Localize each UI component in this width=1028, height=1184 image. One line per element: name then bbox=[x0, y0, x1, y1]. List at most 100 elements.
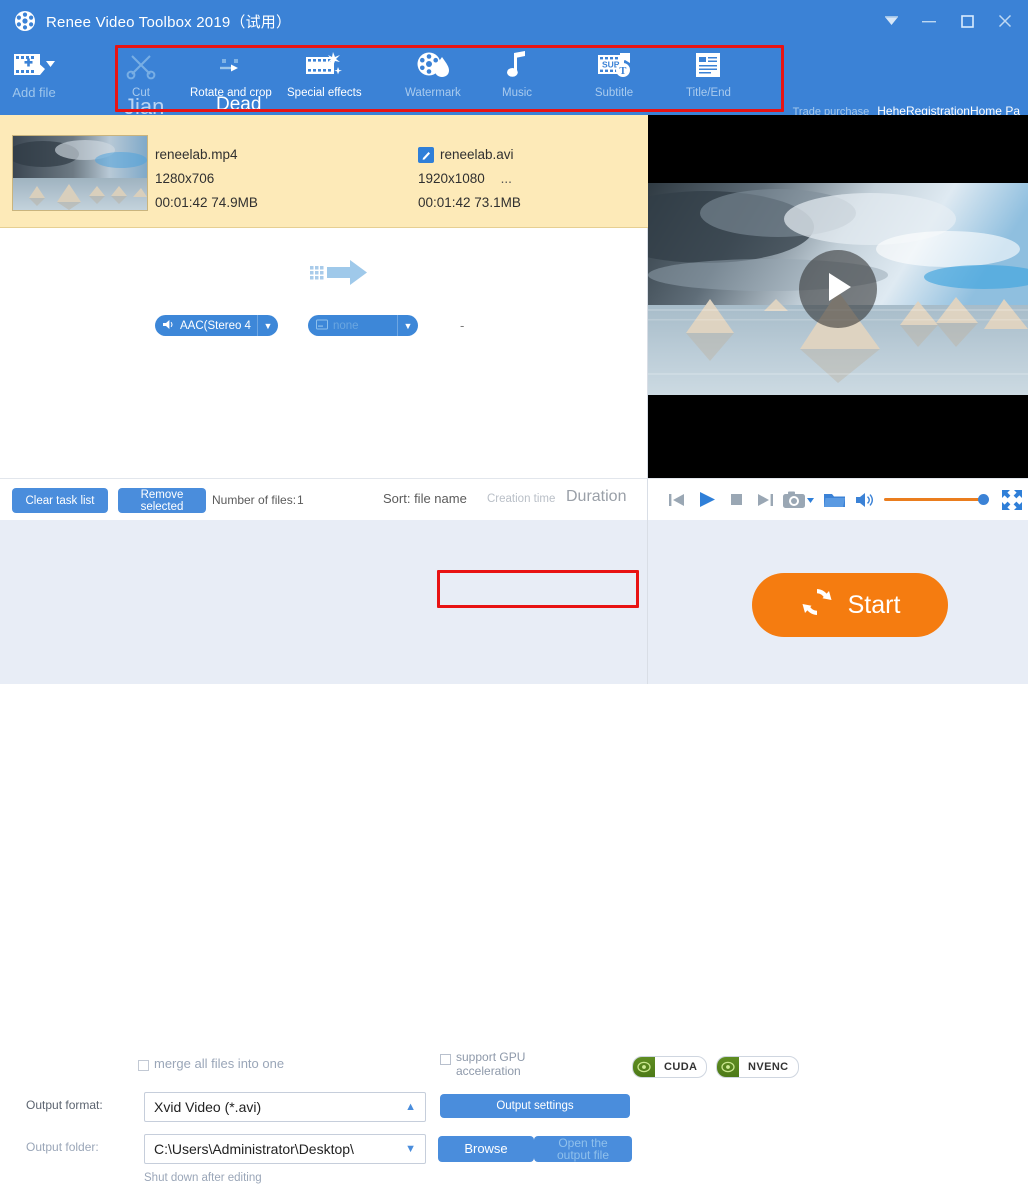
sort-by-creation-time[interactable]: Creation time bbox=[487, 493, 555, 505]
toolbar-item-rotate-crop[interactable]: Rotate and crop bbox=[190, 46, 272, 110]
toolbar-item-rotate-crop-label: Rotate and crop bbox=[190, 87, 272, 99]
music-note-icon bbox=[500, 46, 534, 84]
audio-track-dropdown[interactable]: AAC(Stereo 4 ▼ bbox=[155, 315, 278, 336]
add-film-icon bbox=[12, 46, 56, 84]
output-format-label: Output format: bbox=[26, 1098, 103, 1112]
toolbar-item-special-effects[interactable]: Special effects bbox=[287, 46, 362, 110]
player-controls bbox=[648, 478, 1028, 520]
reel-droplet-icon bbox=[413, 46, 453, 84]
target-duration-size: 00:01:42 73.1MB bbox=[418, 195, 521, 210]
pencil-edit-icon[interactable] bbox=[418, 147, 434, 163]
volume-track bbox=[883, 498, 984, 501]
window-controls bbox=[874, 0, 1022, 42]
toolbar-item-music[interactable]: Music bbox=[500, 46, 534, 110]
film-sparkle-icon bbox=[300, 46, 348, 84]
preview-scrollbar[interactable] bbox=[1024, 115, 1028, 478]
nvenc-label: NVENC bbox=[748, 1061, 789, 1073]
title-bar: Renee Video Toolbox 2019（试用） bbox=[0, 0, 1028, 42]
add-file-button[interactable]: Add file bbox=[12, 46, 56, 110]
merge-files-checkbox[interactable] bbox=[138, 1058, 149, 1076]
maximize-icon[interactable] bbox=[950, 6, 984, 36]
start-button[interactable]: Start bbox=[752, 573, 948, 637]
target-file-name: reneelab.avi bbox=[440, 147, 514, 162]
source-file-name: reneelab.mp4 bbox=[155, 147, 238, 162]
video-preview[interactable] bbox=[648, 115, 1028, 478]
sort-by-duration[interactable]: Duration bbox=[566, 488, 626, 506]
speaker-icon bbox=[163, 319, 175, 333]
toolbar-item-title-end-label: Title/End bbox=[686, 87, 731, 99]
folder-icon[interactable] bbox=[818, 485, 852, 515]
nvidia-eye-icon bbox=[633, 1057, 655, 1077]
stop-icon[interactable] bbox=[721, 485, 751, 515]
chevron-down-icon: ▼ bbox=[256, 315, 278, 336]
nvenc-badge: NVENC bbox=[716, 1056, 799, 1078]
audio-track-label: AAC(Stereo 4 bbox=[180, 319, 251, 332]
nvidia-eye-icon bbox=[717, 1057, 739, 1077]
play-icon[interactable] bbox=[692, 485, 722, 515]
close-icon[interactable] bbox=[988, 6, 1022, 36]
skip-next-icon[interactable] bbox=[751, 485, 781, 515]
window-title: Renee Video Toolbox 2019（试用） bbox=[46, 13, 292, 31]
speaker-icon[interactable] bbox=[852, 485, 880, 515]
toolbar-item-watermark[interactable]: Watermark bbox=[405, 46, 461, 110]
main-toolbar: Add file Cut Jian Rotate and crop Dead S… bbox=[0, 42, 1028, 143]
clear-task-list-button[interactable]: Clear task list bbox=[12, 488, 108, 513]
skin-chevron-down-icon[interactable] bbox=[874, 6, 908, 36]
output-format-select[interactable]: Xvid Video (*.avi) ▲ bbox=[144, 1092, 426, 1122]
play-overlay-button[interactable] bbox=[799, 250, 877, 328]
gpu-acceleration-checkbox[interactable] bbox=[440, 1052, 451, 1070]
play-triangle-icon bbox=[821, 269, 855, 310]
output-settings-panel: merge all files into one support GPU acc… bbox=[0, 520, 799, 1184]
cuda-badge: CUDA bbox=[632, 1056, 708, 1078]
toolbar-item-cut[interactable]: Cut bbox=[124, 46, 158, 110]
subtitle-icon: SUB T bbox=[592, 46, 636, 84]
fullscreen-icon[interactable] bbox=[996, 485, 1028, 515]
open-output-file-button[interactable]: Open the output file bbox=[534, 1136, 632, 1162]
subtitle-track-dropdown[interactable]: none ▼ bbox=[307, 315, 418, 336]
start-button-label: Start bbox=[847, 590, 901, 619]
svg-text:T: T bbox=[619, 66, 626, 77]
right-arrow-icon bbox=[310, 255, 380, 289]
gpu-acceleration-label: support GPU acceleration bbox=[456, 1050, 526, 1078]
volume-knob[interactable] bbox=[977, 494, 989, 505]
number-of-files-label: Number of files: bbox=[212, 493, 297, 507]
start-panel: Start bbox=[648, 520, 1028, 684]
shut-down-after-editing-label[interactable]: Shut down after editing bbox=[144, 1172, 262, 1184]
target-more[interactable]: ... bbox=[501, 171, 512, 186]
output-format-value: Xvid Video (*.avi) bbox=[154, 1099, 262, 1115]
minimize-icon[interactable] bbox=[912, 6, 946, 36]
output-settings-button[interactable]: Output settings bbox=[440, 1094, 630, 1118]
volume-slider[interactable] bbox=[883, 493, 991, 507]
toolbar-item-music-label: Music bbox=[501, 87, 533, 99]
skip-previous-icon[interactable] bbox=[662, 485, 692, 515]
file-list: reneelab.mp4 1280x706 00:01:42 74.9MB re… bbox=[0, 115, 648, 478]
output-folder-select[interactable]: C:\Users\Administrator\Desktop\ ▼ bbox=[144, 1134, 426, 1164]
output-folder-label: Output folder: bbox=[26, 1140, 99, 1154]
camera-icon[interactable] bbox=[781, 485, 819, 515]
list-footer: Clear task list Remove selected Number o… bbox=[0, 478, 648, 520]
add-file-label: Add file bbox=[12, 85, 56, 100]
output-folder-value: C:\Users\Administrator\Desktop\ bbox=[154, 1141, 354, 1157]
film-reel-icon bbox=[14, 10, 36, 32]
subtitle-small-icon bbox=[315, 319, 328, 333]
title-bar-left: Renee Video Toolbox 2019（试用） bbox=[14, 0, 291, 42]
row-dash: - bbox=[459, 318, 465, 333]
toolbar-item-subtitle-label: Subtitle bbox=[594, 87, 634, 99]
refresh-cycle-icon bbox=[800, 585, 834, 626]
source-file-info: reneelab.mp4 1280x706 00:01:42 74.9MB bbox=[155, 143, 258, 215]
remove-selected-button[interactable]: Remove selected bbox=[118, 488, 206, 513]
cuda-label: CUDA bbox=[664, 1061, 698, 1073]
scissors-icon bbox=[124, 46, 158, 84]
subtitle-track-label: none bbox=[332, 319, 359, 332]
app-window: Renee Video Toolbox 2019（试用） Add file Cu… bbox=[0, 0, 1028, 1184]
table-row[interactable]: reneelab.mp4 1280x706 00:01:42 74.9MB re… bbox=[0, 115, 648, 336]
browse-button[interactable]: Browse bbox=[438, 1136, 534, 1162]
sort-by-file-name[interactable]: Sort: file name bbox=[383, 491, 467, 506]
video-thumbnail bbox=[12, 135, 148, 211]
target-file-info: reneelab.avi 1920x1080 ... 00:01:42 73.1… bbox=[418, 143, 521, 215]
toolbar-item-subtitle[interactable]: SUB T Subtitle bbox=[592, 46, 636, 110]
target-resolution: 1920x1080 bbox=[418, 171, 485, 186]
toolbar-item-title-end[interactable]: Title/End bbox=[686, 46, 731, 110]
source-duration-size: 00:01:42 74.9MB bbox=[155, 195, 258, 210]
number-of-files-value: 1 bbox=[297, 493, 304, 507]
